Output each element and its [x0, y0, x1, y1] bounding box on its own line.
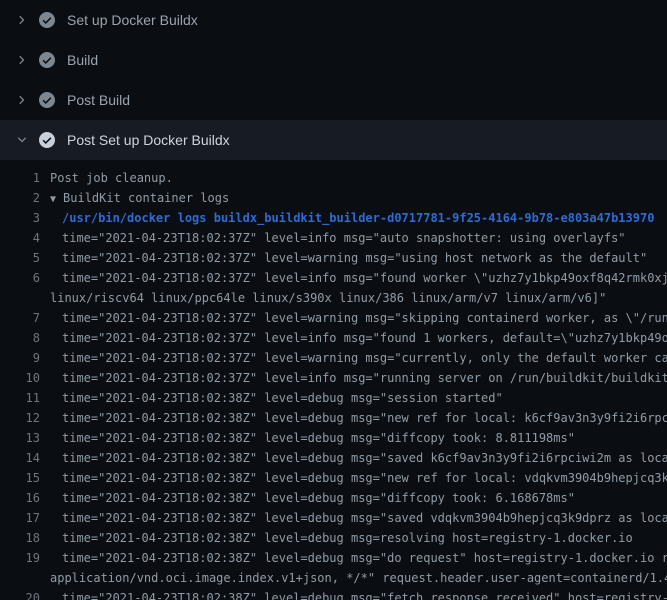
chevron-down-icon: [16, 134, 28, 146]
log-line-number[interactable]: 20: [0, 588, 40, 600]
log-line-number[interactable]: 4: [0, 228, 40, 248]
log-line-text: time="2021-04-23T18:02:38Z" level=debug …: [62, 468, 667, 488]
log-line-number[interactable]: 18: [0, 528, 40, 548]
log-line-text: time="2021-04-23T18:02:37Z" level=info m…: [62, 328, 667, 348]
log-line-text: time="2021-04-23T18:02:37Z" level=info m…: [62, 368, 667, 388]
log-line-text: application/vnd.oci.image.index.v1+json,…: [50, 568, 667, 588]
check-circle-icon: [39, 12, 55, 28]
log-line: 16 time="2021-04-23T18:02:38Z" level=debu…: [0, 488, 667, 508]
log-line-text: time="2021-04-23T18:02:37Z" level=info m…: [62, 228, 626, 248]
log-line-wrap: application/vnd.oci.image.index.v1+json,…: [0, 568, 667, 588]
log-line-number[interactable]: 19: [0, 548, 40, 568]
log-line: 11 time="2021-04-23T18:02:38Z" level=debu…: [0, 388, 667, 408]
workflow-log-viewer: Set up Docker Buildx Build Post Build Po…: [0, 0, 667, 600]
log-line-number[interactable]: 10: [0, 368, 40, 388]
log-line-text: time="2021-04-23T18:02:37Z" level=warnin…: [62, 248, 647, 268]
log-line-text: time="2021-04-23T18:02:38Z" level=debug …: [62, 388, 503, 408]
log-line-number[interactable]: 9: [0, 348, 40, 368]
log-line-text: time="2021-04-23T18:02:38Z" level=debug …: [62, 528, 633, 548]
log-line: 18 time="2021-04-23T18:02:38Z" level=debu…: [0, 528, 667, 548]
log-line: 14 time="2021-04-23T18:02:38Z" level=debu…: [0, 448, 667, 468]
log-line-text: linux/riscv64 linux/ppc64le linux/s390x …: [50, 288, 606, 308]
log-group-title: BuildKit container logs: [63, 188, 229, 208]
step-header-build[interactable]: Build: [0, 40, 667, 80]
log-line-text: time="2021-04-23T18:02:38Z" level=debug …: [62, 508, 667, 528]
step-header-post-build[interactable]: Post Build: [0, 80, 667, 120]
log-line-number[interactable]: 2: [0, 188, 40, 208]
log-line-text: time="2021-04-23T18:02:37Z" level=warnin…: [62, 308, 667, 328]
log-line-text: time="2021-04-23T18:02:38Z" level=debug …: [62, 548, 667, 568]
step-label: Post Build: [67, 92, 130, 108]
log-line-text: Post job cleanup.: [50, 168, 173, 188]
log-command-text: /usr/bin/docker logs buildx_buildkit_bui…: [62, 208, 654, 228]
log-list: 1 Post job cleanup. 2 ▼ BuildKit container …: [0, 160, 667, 600]
log-line-text: time="2021-04-23T18:02:38Z" level=debug …: [62, 448, 667, 468]
log-line-text: time="2021-04-23T18:02:37Z" level=info m…: [62, 268, 667, 288]
log-line-number[interactable]: 8: [0, 328, 40, 348]
log-line-number[interactable]: 16: [0, 488, 40, 508]
log-line: 19 time="2021-04-23T18:02:38Z" level=debu…: [0, 548, 667, 568]
log-line: 12 time="2021-04-23T18:02:38Z" level=debu…: [0, 408, 667, 428]
chevron-right-icon: [16, 94, 28, 106]
step-header-setup-docker-buildx[interactable]: Set up Docker Buildx: [0, 0, 667, 40]
step-label: Post Set up Docker Buildx: [67, 132, 230, 148]
log-line: 20 time="2021-04-23T18:02:38Z" level=debu…: [0, 588, 667, 600]
log-line-text: time="2021-04-23T18:02:38Z" level=debug …: [62, 408, 667, 428]
chevron-right-icon: [16, 14, 28, 26]
log-line-wrap: linux/riscv64 linux/ppc64le linux/s390x …: [0, 288, 667, 308]
log-line-group: 2 ▼ BuildKit container logs: [0, 188, 667, 208]
step-label: Build: [67, 52, 98, 68]
log-line: 8 time="2021-04-23T18:02:37Z" level=info …: [0, 328, 667, 348]
log-line: 1 Post job cleanup.: [0, 168, 667, 188]
log-line: 13 time="2021-04-23T18:02:38Z" level=debu…: [0, 428, 667, 448]
log-line-text: time="2021-04-23T18:02:37Z" level=warnin…: [62, 348, 667, 368]
step-header-post-setup-docker-buildx[interactable]: Post Set up Docker Buildx: [0, 120, 667, 160]
chevron-right-icon: [16, 54, 28, 66]
log-line-number[interactable]: 6: [0, 268, 40, 288]
log-line: 6 time="2021-04-23T18:02:37Z" level=info …: [0, 268, 667, 288]
log-line: 10 time="2021-04-23T18:02:37Z" level=info…: [0, 368, 667, 388]
log-line-number[interactable]: 7: [0, 308, 40, 328]
log-line: 17 time="2021-04-23T18:02:38Z" level=debu…: [0, 508, 667, 528]
log-line: 9 time="2021-04-23T18:02:37Z" level=warni…: [0, 348, 667, 368]
step-label: Set up Docker Buildx: [67, 12, 198, 28]
log-line-text: time="2021-04-23T18:02:38Z" level=debug …: [62, 588, 667, 600]
log-line-number[interactable]: 1: [0, 168, 40, 188]
check-circle-icon: [39, 132, 55, 148]
log-line-number[interactable]: 12: [0, 408, 40, 428]
log-line-number[interactable]: 14: [0, 448, 40, 468]
log-line-number[interactable]: 5: [0, 248, 40, 268]
log-line-number[interactable]: 3: [0, 208, 40, 228]
log-line: 4 time="2021-04-23T18:02:37Z" level=info …: [0, 228, 667, 248]
check-circle-icon: [39, 92, 55, 108]
log-line-number[interactable]: 17: [0, 508, 40, 528]
log-line: 7 time="2021-04-23T18:02:37Z" level=warni…: [0, 308, 667, 328]
check-circle-icon: [39, 52, 55, 68]
log-group-caret-icon[interactable]: ▼: [50, 190, 56, 210]
log-line-command: 3/usr/bin/docker logs buildx_buildkit_bu…: [0, 208, 667, 228]
log-line-text: time="2021-04-23T18:02:38Z" level=debug …: [62, 488, 575, 508]
log-line-number[interactable]: 13: [0, 428, 40, 448]
log-line: 15 time="2021-04-23T18:02:38Z" level=debu…: [0, 468, 667, 488]
log-line-number[interactable]: 11: [0, 388, 40, 408]
log-line: 5 time="2021-04-23T18:02:37Z" level=warni…: [0, 248, 667, 268]
log-line-text: time="2021-04-23T18:02:38Z" level=debug …: [62, 428, 575, 448]
log-line-number[interactable]: 15: [0, 468, 40, 488]
